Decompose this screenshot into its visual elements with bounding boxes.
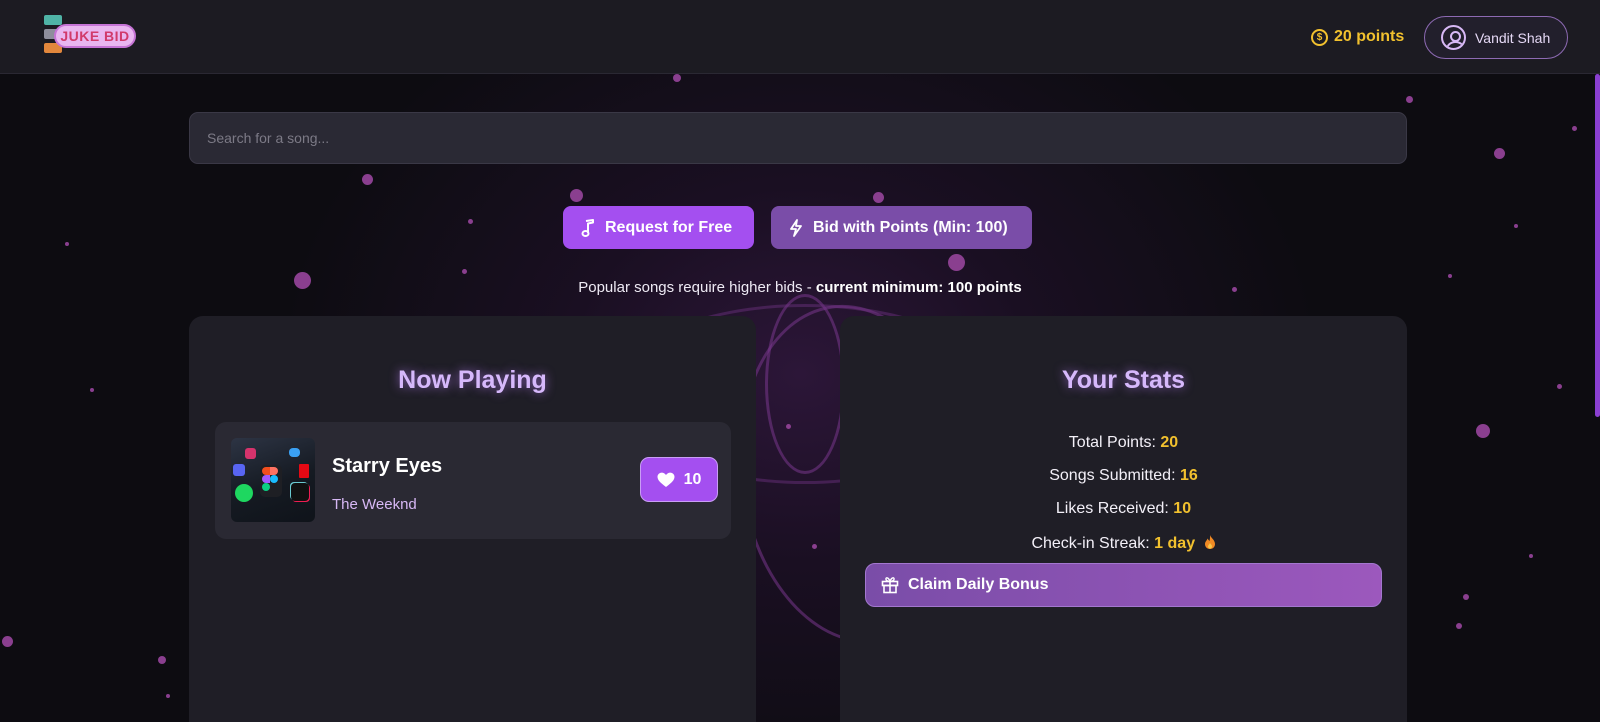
particle	[1572, 126, 1577, 131]
page-scrollbar[interactable]	[1595, 74, 1600, 417]
stat-likes-received: Likes Received: 10	[840, 500, 1407, 518]
particle	[1406, 96, 1413, 103]
particle	[673, 74, 681, 82]
user-circle-icon	[1441, 25, 1466, 50]
heart-icon	[657, 472, 675, 487]
lightning-icon	[790, 218, 802, 237]
stat-total-points: Total Points: 20	[840, 434, 1407, 452]
stats-title: Your Stats	[1061, 366, 1186, 394]
logo-text: JUKE BID	[54, 24, 136, 48]
stats-card: Your Stats Total Points: 20 Songs Submit…	[840, 316, 1407, 722]
stat-label: Total Points:	[1068, 434, 1156, 451]
particle	[1448, 274, 1452, 278]
bid-hint-minimum: current minimum: 100 points	[815, 279, 1022, 296]
request-free-button[interactable]: Request for Free	[563, 206, 754, 249]
particle	[362, 174, 373, 185]
song-search-input[interactable]	[189, 112, 1407, 164]
particle	[1529, 554, 1533, 558]
stat-songs-submitted: Songs Submitted: 16	[840, 467, 1407, 485]
particle	[786, 424, 791, 429]
particle	[873, 192, 884, 203]
particle	[468, 219, 473, 224]
points-label: 20 points	[1334, 28, 1405, 45]
stat-value: 10	[1173, 500, 1192, 517]
song-artist: The Weeknd	[332, 496, 417, 513]
particle	[1456, 623, 1462, 629]
gift-icon	[881, 577, 899, 594]
stat-value: 20	[1160, 434, 1179, 451]
album-art-image	[231, 438, 315, 522]
particle	[1557, 384, 1562, 389]
flame-icon	[1204, 535, 1215, 549]
particle	[158, 656, 166, 664]
particle	[90, 388, 94, 392]
particle	[1494, 148, 1505, 159]
particle	[812, 544, 817, 549]
now-playing-card: Now Playing Starry Eyes The Weeknd 10	[189, 316, 756, 722]
bid-hint-text: Popular songs require higher bids - curr…	[0, 279, 1600, 296]
song-title: Starry Eyes	[332, 455, 443, 477]
claim-daily-bonus-label: Claim Daily Bonus	[908, 576, 1049, 593]
particle	[2, 636, 13, 647]
claim-daily-bonus-button[interactable]: Claim Daily Bonus	[865, 563, 1382, 607]
stat-value: 16	[1179, 467, 1198, 484]
music-note-icon	[581, 218, 594, 237]
bid-hint-prefix: Popular songs require higher bids -	[578, 279, 816, 296]
particle	[166, 694, 170, 698]
user-name: Vandit Shah	[1475, 29, 1551, 46]
particle	[948, 254, 965, 271]
dollar-coin-icon: $	[1311, 28, 1328, 46]
top-navbar: JUKE BID $ 20 points Vandit Shah	[0, 0, 1600, 74]
like-button[interactable]: 10	[640, 457, 718, 502]
like-count: 10	[683, 470, 702, 488]
stat-label: Songs Submitted:	[1049, 467, 1176, 484]
particle	[1514, 224, 1518, 228]
user-menu-button[interactable]: Vandit Shah	[1424, 16, 1568, 59]
stat-label: Check-in Streak:	[1031, 535, 1150, 552]
points-balance: $ 20 points	[1311, 28, 1404, 46]
now-playing-song: Starry Eyes The Weeknd 10	[215, 422, 731, 539]
stat-checkin-streak: Check-in Streak: 1 day	[840, 534, 1407, 553]
particle	[65, 242, 69, 246]
bid-with-points-button[interactable]: Bid with Points (Min: 100)	[771, 206, 1032, 249]
bid-with-points-label: Bid with Points (Min: 100)	[813, 218, 1008, 236]
now-playing-title: Now Playing	[398, 366, 547, 394]
stat-label: Likes Received:	[1055, 500, 1169, 517]
juke-bid-logo[interactable]: JUKE BID	[40, 14, 140, 60]
request-free-label: Request for Free	[605, 218, 733, 236]
stat-value: 1 day	[1154, 535, 1196, 552]
particle	[1476, 424, 1490, 438]
particle	[462, 269, 467, 274]
particle	[1463, 594, 1469, 600]
particle	[570, 189, 583, 202]
